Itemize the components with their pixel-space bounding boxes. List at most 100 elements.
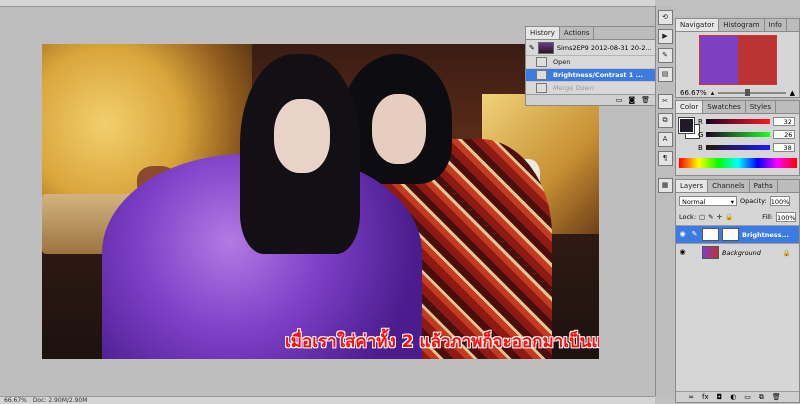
history-item-label: Brightness/Contrast 1 ... — [553, 71, 643, 79]
zoom-slider[interactable] — [718, 89, 786, 96]
color-spectrum-bar[interactable] — [679, 158, 797, 168]
foreground-color-swatch[interactable] — [678, 117, 695, 134]
tab-layers[interactable]: Layers — [676, 180, 709, 192]
right-panel-column: Navigator Histogram Info 66.67% ▴ ▲ Colo… — [675, 16, 800, 403]
layer-background[interactable]: ◉ Background 🔒 — [676, 243, 799, 261]
green-value[interactable]: 26 — [773, 130, 796, 139]
document-image[interactable]: เมื่อเราใส่ค่าทั้ง 2 แล้วภาพก็จะออกมาเป็… — [42, 44, 599, 359]
tab-history[interactable]: History — [526, 27, 560, 39]
group-folder-icon[interactable]: ▭ — [744, 393, 751, 401]
red-slider[interactable] — [705, 119, 770, 124]
character-dock-icon[interactable]: A — [657, 132, 673, 147]
layer-comps-dock-icon[interactable]: ▦ — [657, 178, 673, 193]
lock-pixels-icon[interactable]: ✎ — [708, 213, 713, 221]
snapshot-thumbnail — [537, 41, 554, 54]
tab-actions[interactable]: Actions — [560, 27, 595, 39]
zoom-slider-knob[interactable] — [745, 89, 751, 96]
blue-value[interactable]: 38 — [772, 143, 795, 152]
green-slider[interactable] — [706, 132, 771, 137]
layer-name: Background — [722, 248, 761, 257]
blue-slider[interactable] — [705, 145, 770, 150]
empty-link-slot — [690, 248, 699, 257]
brush-icon: ✎ — [691, 230, 698, 238]
add-mask-icon[interactable]: ◘ — [717, 393, 723, 401]
layers-panel: Layers Channels Paths Normal Opacity: 10… — [675, 179, 800, 403]
navigator-preview[interactable] — [698, 35, 777, 85]
green-label: G — [698, 130, 704, 139]
layer-name: Brightness... — [742, 230, 789, 239]
blue-label: B — [698, 143, 703, 152]
green-slider-row: G 26 — [698, 130, 796, 139]
red-value[interactable]: 32 — [772, 117, 795, 126]
lock-transparent-icon[interactable]: ▢ — [699, 213, 705, 221]
new-document-icon[interactable]: ▭ — [616, 96, 623, 104]
blend-mode-select[interactable]: Normal — [679, 196, 737, 207]
history-item-open[interactable]: Open — [526, 56, 656, 69]
layer-brightness-contrast[interactable]: ◉ ✎ Brightness... — [676, 225, 799, 243]
red-label: R — [698, 117, 703, 126]
fill-label: Fill: — [762, 213, 773, 221]
camera-icon[interactable]: ◙ — [628, 96, 635, 104]
adjustment-icon — [536, 70, 547, 80]
adjustment-layer-button-icon[interactable]: ◐ — [730, 393, 736, 401]
tab-paths[interactable]: Paths — [750, 180, 778, 192]
layers-footer: ∞ fx ◘ ◐ ▭ ⧉ 🗑 — [676, 391, 799, 402]
tab-styles[interactable]: Styles — [746, 101, 776, 113]
history-item-brightness[interactable]: Brightness/Contrast 1 ... — [526, 69, 656, 82]
trash-icon[interactable]: 🗑 — [641, 96, 650, 104]
red-slider-row: R 32 — [698, 117, 795, 126]
opacity-label: Opacity: — [740, 197, 767, 205]
face-right — [372, 94, 426, 164]
history-dock-icon[interactable]: ⟲ — [657, 10, 673, 25]
opacity-field[interactable]: 100% — [769, 196, 790, 206]
fill-field[interactable]: 100% — [776, 212, 796, 222]
background-thumbnail — [702, 246, 719, 259]
lock-position-icon[interactable]: ✛ — [717, 213, 722, 221]
new-layer-icon[interactable]: ⧉ — [759, 393, 764, 402]
navigator-tabs: Navigator Histogram Info — [676, 19, 799, 32]
history-item-label: Open — [553, 58, 571, 66]
face-left — [274, 99, 330, 173]
history-snapshot[interactable]: ✎ Sims2EP9 2012-08-31 20-2... — [526, 40, 656, 56]
navigator-zoom-value[interactable]: 66.67% — [680, 89, 707, 97]
fx-icon[interactable]: fx — [702, 393, 709, 401]
actions-dock-icon[interactable]: ▶ — [657, 29, 673, 44]
clone-source-dock-icon[interactable]: ✂ — [657, 94, 673, 109]
tab-channels[interactable]: Channels — [708, 180, 750, 192]
document-icon — [536, 57, 547, 67]
snapshot-label: Sims2EP9 2012-08-31 20-2... — [556, 43, 652, 52]
tab-swatches[interactable]: Swatches — [703, 101, 746, 113]
adjustment-layer-icon — [702, 228, 719, 241]
color-tabs: Color Swatches Styles — [676, 101, 799, 114]
navigator-panel: Navigator Histogram Info 66.67% ▴ ▲ — [675, 18, 800, 98]
tab-info[interactable]: Info — [765, 19, 787, 31]
color-panel: Color Swatches Styles R 32 G 26 B 38 — [675, 100, 800, 176]
layer-mask-thumbnail[interactable] — [722, 228, 739, 241]
top-ruler — [0, 0, 655, 7]
paragraph-dock-icon[interactable]: ¶ — [657, 151, 673, 166]
history-panel-tabs: History Actions — [526, 27, 656, 40]
history-item-label: Merge Down — [553, 84, 594, 92]
lock-all-icon[interactable]: 🔒 — [725, 213, 733, 221]
zoom-out-icon[interactable]: ▴ — [711, 89, 715, 97]
tab-color[interactable]: Color — [676, 101, 704, 113]
lock-icon: 🔒 — [782, 248, 791, 257]
eye-icon[interactable]: ◉ — [678, 248, 687, 257]
history-panel: History Actions ✎ Sims2EP9 2012-08-31 20… — [525, 26, 657, 106]
lock-fill-row: Lock: ▢ ✎ ✛ 🔒 Fill: 100% — [676, 209, 799, 225]
tab-histogram[interactable]: Histogram — [719, 19, 765, 31]
link-layers-icon[interactable]: ∞ — [688, 393, 694, 401]
zoom-in-icon[interactable]: ▲ — [790, 89, 795, 97]
lock-label: Lock: — [679, 213, 697, 221]
trash-icon[interactable]: 🗑 — [772, 393, 781, 401]
blend-opacity-row: Normal Opacity: 100% — [676, 193, 799, 209]
tab-navigator[interactable]: Navigator — [676, 19, 720, 31]
brush-dock-icon[interactable]: ✎ — [657, 48, 673, 63]
snapshot-brush-icon: ✎ — [529, 43, 535, 52]
eye-icon[interactable]: ◉ — [678, 230, 687, 239]
color-body: R 32 G 26 B 38 — [676, 114, 799, 174]
stamp-dock-icon[interactable]: ⧉ — [657, 113, 673, 128]
tool-presets-dock-icon[interactable]: ▤ — [657, 67, 673, 82]
blue-slider-row: B 38 — [698, 143, 795, 152]
merge-icon — [536, 83, 547, 93]
